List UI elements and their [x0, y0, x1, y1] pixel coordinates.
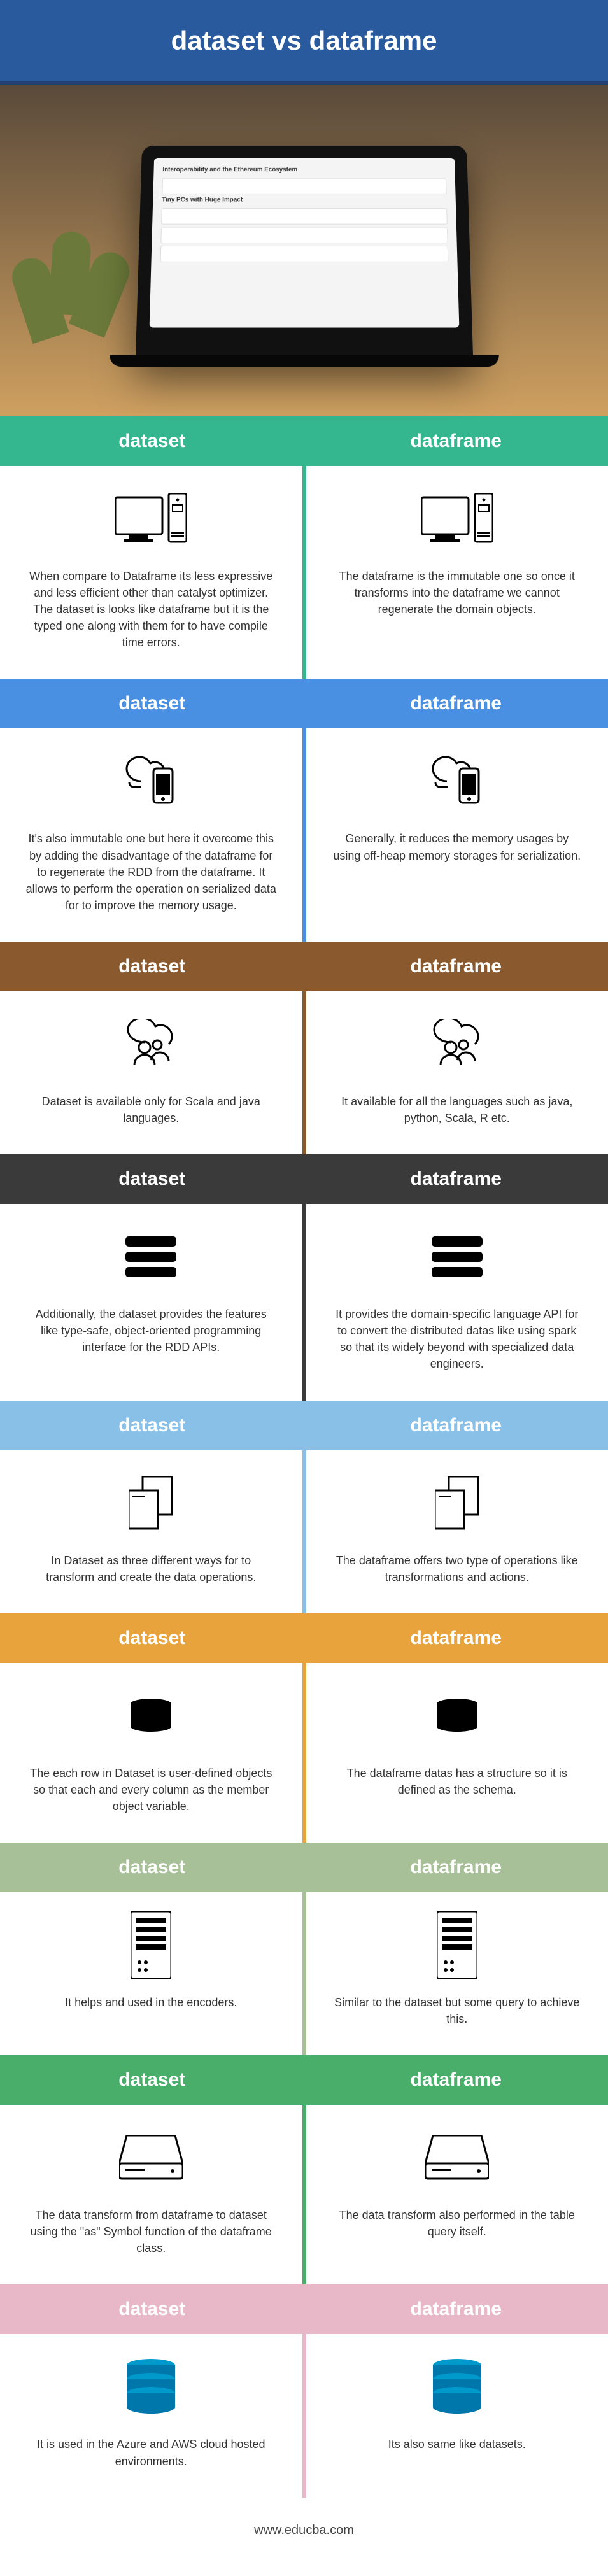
left-description: Dataset is available only for Scala and … [25, 1093, 277, 1126]
right-header: dataframe [304, 2284, 608, 2334]
section-header: datasetdataframe [0, 416, 608, 466]
left-cell: The each row in Dataset is user-defined … [0, 1663, 302, 1843]
section-header: datasetdataframe [0, 1613, 608, 1663]
right-description: The dataframe datas has a structure so i… [332, 1765, 583, 1798]
section-body: The data transform from dataframe to dat… [0, 2105, 608, 2284]
right-header: dataframe [304, 2055, 608, 2105]
right-cell: Similar to the dataset but some query to… [306, 1892, 608, 2055]
bars-icon [432, 1236, 483, 1277]
right-header: dataframe [304, 1613, 608, 1663]
hero-text-2: Tiny PCs with Huge Impact [161, 197, 446, 204]
right-cell: The dataframe is the immutable one so on… [306, 466, 608, 679]
left-header: dataset [0, 1613, 304, 1663]
section-header: datasetdataframe [0, 2284, 608, 2334]
computer-icon [421, 493, 493, 544]
drive-icon [119, 2135, 183, 2180]
right-cell: Its also same like datasets. [306, 2334, 608, 2497]
right-header: dataframe [304, 1843, 608, 1892]
right-cell: Generally, it reduces the memory usages … [306, 728, 608, 941]
comparison-sections: datasetdataframeWhen compare to Datafram… [0, 416, 608, 2498]
right-description: The dataframe offers two type of operati… [332, 1552, 583, 1585]
section-body: It helps and used in the encoders. Simila… [0, 1892, 608, 2055]
left-header: dataset [0, 416, 304, 466]
section-body: The each row in Dataset is user-defined … [0, 1663, 608, 1843]
right-cell: The dataframe datas has a structure so i… [306, 1663, 608, 1843]
left-cell: It helps and used in the encoders. [0, 1892, 302, 2055]
db-big-icon [432, 2359, 483, 2415]
right-header: dataframe [304, 416, 608, 466]
right-description: The dataframe is the immutable one so on… [332, 568, 583, 618]
drive-icon [425, 2135, 489, 2180]
right-description: The data transform also performed in the… [332, 2207, 583, 2240]
section-body: When compare to Dataframe its less expre… [0, 466, 608, 679]
hero-text-1: Interoperability and the Ethereum Ecosys… [162, 166, 446, 173]
left-cell: Additionally, the dataset provides the f… [0, 1204, 302, 1400]
infographic-container: dataset vs dataframe Interoperability an… [0, 0, 608, 2576]
left-cell: Dataset is available only for Scala and … [0, 991, 302, 1154]
section-body: It's also immutable one but here it over… [0, 728, 608, 941]
server-icon [131, 1911, 171, 1979]
left-header: dataset [0, 1154, 304, 1204]
section-header: datasetdataframe [0, 2055, 608, 2105]
left-description: Additionally, the dataset provides the f… [25, 1306, 277, 1355]
right-header: dataframe [304, 1401, 608, 1450]
section-body: It is used in the Azure and AWS cloud ho… [0, 2334, 608, 2497]
db-small-icon [129, 1699, 173, 1733]
server-icon [437, 1911, 477, 1979]
right-header: dataframe [304, 942, 608, 991]
right-header: dataframe [304, 1154, 608, 1204]
cloud-phone-icon [432, 756, 483, 807]
right-header: dataframe [304, 679, 608, 728]
left-cell: In Dataset as three different ways for t… [0, 1450, 302, 1613]
section-header: datasetdataframe [0, 1401, 608, 1450]
right-description: Generally, it reduces the memory usages … [332, 830, 583, 863]
right-description: Similar to the dataset but some query to… [332, 1994, 583, 2027]
left-header: dataset [0, 1401, 304, 1450]
section-body: Dataset is available only for Scala and … [0, 991, 608, 1154]
left-header: dataset [0, 2055, 304, 2105]
left-description: It is used in the Azure and AWS cloud ho… [25, 2436, 277, 2469]
right-cell: It provides the domain-specific language… [306, 1204, 608, 1400]
section-body: Additionally, the dataset provides the f… [0, 1204, 608, 1400]
left-cell: When compare to Dataframe its less expre… [0, 466, 302, 679]
left-description: It helps and used in the encoders. [25, 1994, 277, 2011]
plant-decoration [19, 187, 134, 416]
section-header: datasetdataframe [0, 1154, 608, 1204]
section-body: In Dataset as three different ways for t… [0, 1450, 608, 1613]
right-cell: The dataframe offers two type of operati… [306, 1450, 608, 1613]
right-description: Its also same like datasets. [332, 2436, 583, 2452]
left-header: dataset [0, 2284, 304, 2334]
left-header: dataset [0, 1843, 304, 1892]
right-description: It available for all the languages such … [332, 1093, 583, 1126]
section-header: datasetdataframe [0, 679, 608, 728]
db-small-icon [435, 1699, 479, 1733]
computer-icon [115, 493, 187, 544]
right-cell: It available for all the languages such … [306, 991, 608, 1154]
cloud-people-icon [432, 1019, 483, 1069]
left-description: The each row in Dataset is user-defined … [25, 1765, 277, 1815]
left-header: dataset [0, 679, 304, 728]
section-header: datasetdataframe [0, 1843, 608, 1892]
cloud-phone-icon [125, 756, 176, 807]
left-cell: It is used in the Azure and AWS cloud ho… [0, 2334, 302, 2497]
left-description: The data transform from dataframe to dat… [25, 2207, 277, 2256]
laptop-illustration: Interoperability and the Ethereum Ecosys… [135, 146, 472, 360]
left-description: It's also immutable one but here it over… [25, 830, 277, 913]
left-header: dataset [0, 942, 304, 991]
left-cell: It's also immutable one but here it over… [0, 728, 302, 941]
section-header: datasetdataframe [0, 942, 608, 991]
right-cell: The data transform also performed in the… [306, 2105, 608, 2284]
footer-url: www.educba.com [0, 2498, 608, 2576]
left-description: When compare to Dataframe its less expre… [25, 568, 277, 651]
docs-icon [129, 1476, 173, 1530]
bars-icon [125, 1236, 176, 1277]
right-description: It provides the domain-specific language… [332, 1306, 583, 1372]
hero-image: Interoperability and the Ethereum Ecosys… [0, 85, 608, 416]
db-big-icon [125, 2359, 176, 2415]
left-cell: The data transform from dataframe to dat… [0, 2105, 302, 2284]
cloud-people-icon [125, 1019, 176, 1069]
left-description: In Dataset as three different ways for t… [25, 1552, 277, 1585]
docs-icon [435, 1476, 479, 1530]
page-title: dataset vs dataframe [0, 0, 608, 85]
